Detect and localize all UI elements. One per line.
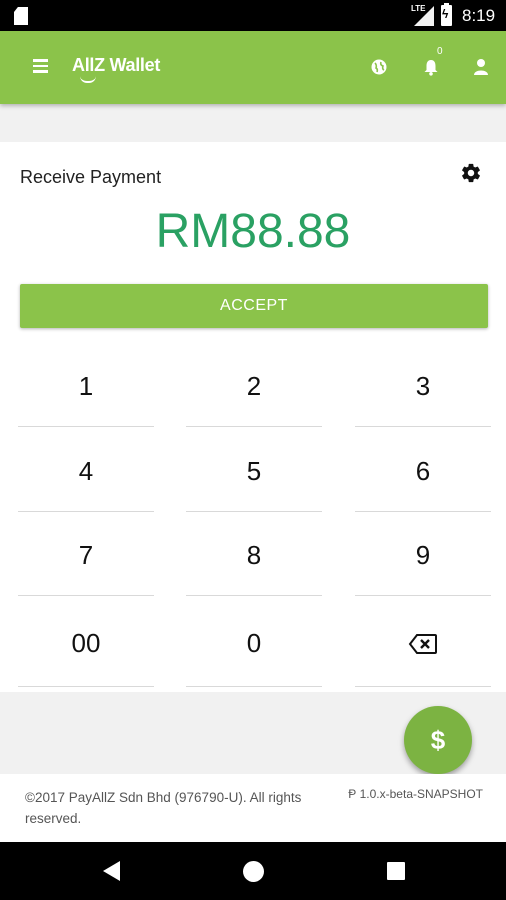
key-9[interactable]: 9 bbox=[355, 516, 491, 596]
globe-icon[interactable] bbox=[371, 59, 387, 75]
notification-badge: 0 bbox=[437, 46, 443, 57]
key-6[interactable]: 6 bbox=[355, 432, 491, 512]
accept-button[interactable]: ACCEPT bbox=[20, 284, 488, 328]
backspace-key[interactable] bbox=[355, 601, 491, 687]
version-text: Ᵽ 1.0.x-beta-SNAPSHOT bbox=[348, 787, 483, 801]
recent-apps-icon[interactable] bbox=[387, 862, 405, 880]
app-bar: AllZ Wallet 0 bbox=[0, 31, 506, 104]
key-7[interactable]: 7 bbox=[18, 516, 154, 596]
backspace-icon bbox=[408, 633, 437, 654]
page-title: Receive Payment bbox=[20, 167, 162, 187]
copyright-text: ©2017 PayAllZ Sdn Bhd (976790-U). All ri… bbox=[25, 790, 302, 826]
app-logo: AllZ Wallet bbox=[72, 55, 161, 75]
payment-amount: RM88.88 bbox=[155, 205, 351, 258]
key-3[interactable]: 3 bbox=[355, 347, 491, 427]
key-5[interactable]: 5 bbox=[186, 432, 322, 512]
receive-payment-card: Receive Payment RM88.88 ACCEPT 1 2 3 4 5… bbox=[0, 142, 506, 692]
back-icon[interactable] bbox=[103, 861, 120, 881]
key-00[interactable]: 00 bbox=[18, 601, 154, 687]
key-2[interactable]: 2 bbox=[186, 347, 322, 427]
sim-card-icon bbox=[14, 7, 28, 25]
logo-smile bbox=[80, 76, 96, 83]
key-1[interactable]: 1 bbox=[18, 347, 154, 427]
footer: ©2017 PayAllZ Sdn Bhd (976790-U). All ri… bbox=[0, 774, 506, 842]
bell-icon[interactable] bbox=[422, 58, 440, 76]
home-icon[interactable] bbox=[243, 861, 264, 882]
gear-icon[interactable] bbox=[460, 162, 482, 184]
key-0[interactable]: 0 bbox=[186, 601, 322, 687]
status-time: 8:19 bbox=[462, 6, 496, 25]
key-4[interactable]: 4 bbox=[18, 432, 154, 512]
status-bar: LTE ϟ 8:19 bbox=[0, 0, 506, 31]
menu-icon[interactable] bbox=[33, 59, 51, 73]
network-type: LTE bbox=[411, 4, 426, 13]
system-nav-bar bbox=[0, 842, 506, 900]
key-8[interactable]: 8 bbox=[186, 516, 322, 596]
user-icon[interactable] bbox=[473, 58, 489, 76]
pay-fab-button[interactable]: $ bbox=[404, 706, 472, 774]
battery-icon: ϟ bbox=[441, 3, 452, 26]
